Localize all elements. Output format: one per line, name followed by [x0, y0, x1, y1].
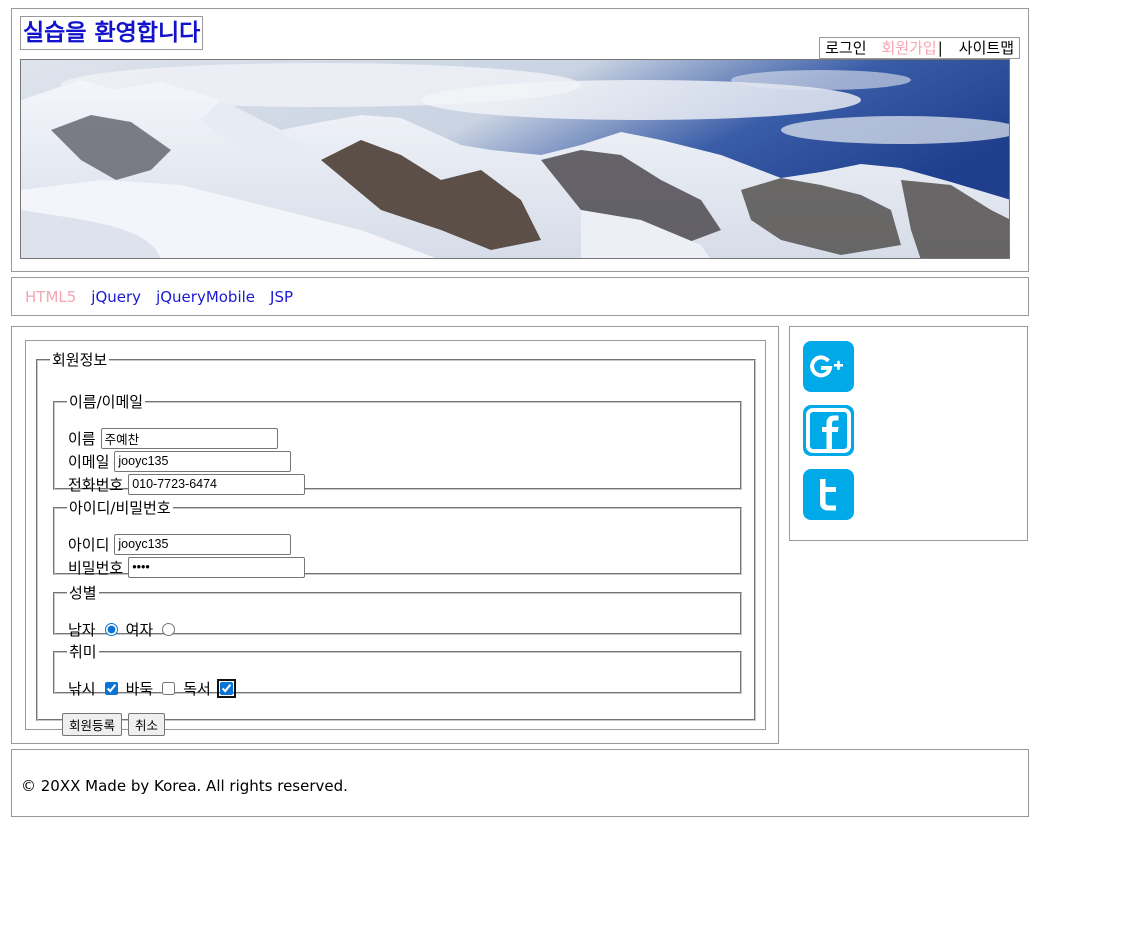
email-label: 이메일	[68, 452, 110, 471]
male-radio[interactable]	[104, 622, 118, 636]
name-email-fieldset: 이름/이메일 이름 이메일 전화번호	[53, 393, 742, 495]
twitter-icon[interactable]	[803, 469, 854, 520]
name-label: 이름	[68, 429, 96, 448]
content-section: 회원정보 이름/이메일 이름 이메일 전화번호 아이디/비밀번호	[11, 326, 779, 744]
google-plus-icon[interactable]	[803, 341, 854, 392]
reading-label: 독서	[183, 679, 211, 698]
password-label: 비밀번호	[68, 558, 124, 577]
fishing-label: 낚시	[68, 679, 96, 698]
top-menu: 로그인 회원가입 | 사이트맵	[819, 37, 1020, 59]
member-info-legend: 회원정보	[52, 351, 108, 369]
account-fieldset: 아이디/비밀번호 아이디 비밀번호	[53, 499, 742, 578]
mountain-banner-image	[20, 59, 1010, 259]
id-label: 아이디	[68, 535, 110, 554]
name-email-legend: 이름/이메일	[69, 393, 144, 411]
menu-separator: |	[937, 39, 943, 57]
sns-aside	[789, 326, 1028, 541]
form-frame: 회원정보 이름/이메일 이름 이메일 전화번호 아이디/비밀번호	[25, 340, 766, 736]
password-input[interactable]	[128, 556, 306, 578]
email-input[interactable]	[114, 450, 292, 472]
reading-checkbox[interactable]	[216, 678, 236, 698]
hobby-legend: 취미	[69, 643, 97, 661]
main-nav: HTML5 jQuery jQueryMobile JSP	[11, 277, 1029, 316]
baduk-checkbox[interactable]	[162, 681, 176, 695]
id-input[interactable]	[114, 533, 292, 555]
facebook-icon[interactable]	[803, 405, 854, 456]
site-title: 실습을 환영합니다	[20, 16, 204, 50]
nav-item-jquery[interactable]: jQuery	[91, 287, 141, 307]
header: 실습을 환영합니다 로그인 회원가입 | 사이트맵	[11, 8, 1029, 272]
footer: © 20XX Made by Korea. All rights reserve…	[11, 749, 1029, 817]
nav-item-html5[interactable]: HTML5	[25, 287, 76, 307]
sitemap-link[interactable]: 사이트맵	[959, 38, 1014, 58]
name-input[interactable]	[100, 427, 278, 449]
gender-legend: 성별	[69, 584, 97, 602]
phone-label: 전화번호	[68, 475, 124, 494]
form-buttons: 회원등록 취소	[62, 713, 171, 736]
account-legend: 아이디/비밀번호	[69, 499, 171, 517]
member-info-fieldset: 회원정보 이름/이메일 이름 이메일 전화번호 아이디/비밀번호	[36, 351, 756, 736]
baduk-label: 바둑	[125, 679, 154, 698]
cancel-button[interactable]: 취소	[128, 713, 166, 736]
gender-fieldset: 성별 남자 여자	[53, 584, 742, 639]
fishing-checkbox[interactable]	[104, 681, 118, 695]
hobby-fieldset: 취미 낚시 바둑 독서	[53, 643, 742, 698]
copyright-text: © 20XX Made by Korea. All rights reserve…	[21, 777, 348, 795]
female-radio[interactable]	[162, 622, 176, 636]
join-link[interactable]: 회원가입	[882, 38, 937, 58]
nav-item-jquerymobile[interactable]: jQueryMobile	[156, 287, 255, 307]
male-label: 남자	[68, 620, 96, 639]
female-label: 여자	[125, 620, 154, 639]
phone-input[interactable]	[128, 473, 306, 495]
login-link[interactable]: 로그인	[825, 38, 866, 58]
submit-button[interactable]: 회원등록	[62, 713, 123, 736]
nav-item-jsp[interactable]: JSP	[270, 287, 293, 307]
